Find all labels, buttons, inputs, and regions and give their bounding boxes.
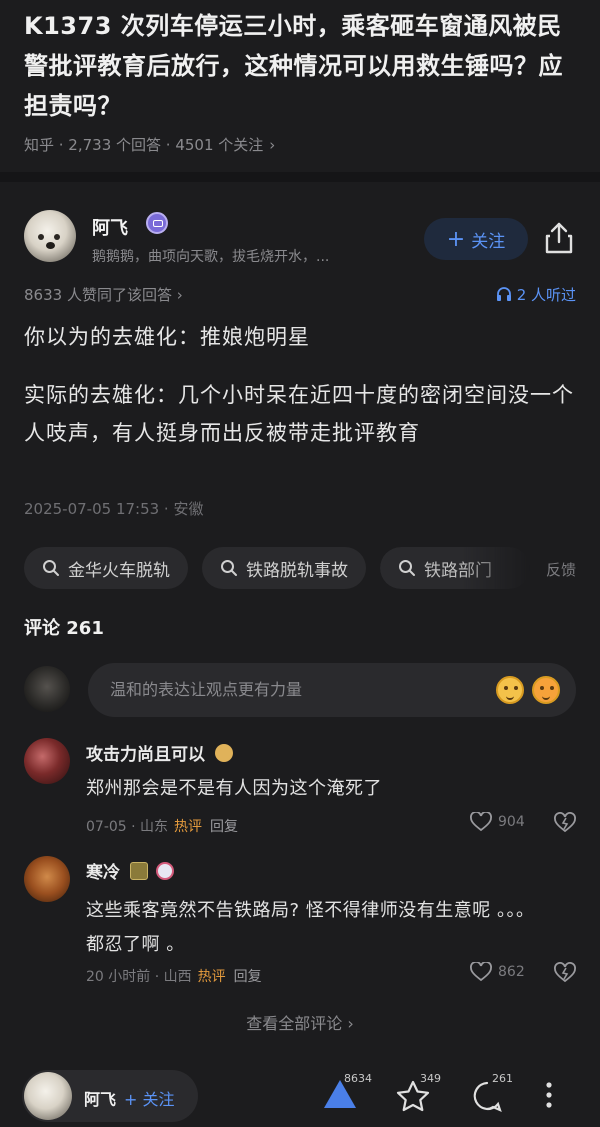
reply-button[interactable]: 回复 (234, 969, 262, 985)
search-chip-label: 金华火车脱轨 (68, 560, 170, 581)
dislike-icon[interactable] (554, 962, 576, 984)
related-search-chips: 金华火车脱轨 铁路脱轨事故 铁路部门 (24, 547, 600, 589)
search-chip[interactable]: 铁路部门 (380, 547, 530, 589)
follow-button[interactable]: + 关注 (424, 218, 528, 260)
comment-item: 攻击力尚且可以 郑州那会是不是有人因为这个淹死了 07-05 · 山东 热评 回复 … (24, 738, 576, 842)
answer-paragraph: 你以为的去雄化：推娘炮明星 (24, 325, 310, 349)
search-icon (399, 560, 415, 576)
author-bio: 鹅鹅鹅，曲项向天歌，拔毛烧开水，... (92, 249, 330, 265)
emblem-icon (155, 862, 174, 880)
comment-text: 郑州那会是不是有人因为这个淹死了 (86, 778, 382, 799)
bottom-author-name: 阿飞 (84, 1090, 117, 1109)
emoji-icon[interactable] (496, 676, 524, 704)
like-count: 862 (498, 964, 525, 980)
comment-meta: 20 小时前 · 山西 热评 回复 (86, 966, 262, 986)
like-button[interactable]: 862 (470, 962, 525, 982)
current-user-avatar (24, 666, 70, 712)
listen-count-text: 2 人听过 (516, 286, 576, 304)
level-badge-icon (129, 862, 148, 880)
dislike-icon[interactable] (554, 812, 576, 834)
question-meta[interactable]: 知乎 · 2,733 个回答 · 4501 个关注 › (24, 132, 576, 158)
like-count: 904 (498, 814, 525, 830)
comment-count: 261 (492, 1072, 513, 1085)
commenter-avatar[interactable] (24, 738, 70, 784)
search-chip[interactable]: 金华火车脱轨 (24, 547, 188, 589)
comment-time-location: 20 小时前 · 山西 (86, 969, 192, 985)
answer-date-location: 2025-07-05 17:53 · 安徽 (24, 500, 204, 518)
view-all-comments-link[interactable]: 查看全部评论 › (0, 1010, 600, 1034)
commenter-name[interactable]: 攻击力尚且可以 (86, 740, 233, 765)
heart-icon (470, 812, 492, 832)
answer-paragraph: 实际的去雄化：几个小时呆在近四十度的密闭空间没一个人吱声，有人挺身而出反被带走批… (24, 383, 574, 445)
author-name[interactable]: 阿飞 (92, 214, 128, 240)
comment-meta: 07-05 · 山东 热评 回复 (86, 816, 238, 836)
hot-comment-tag: 热评 (174, 819, 203, 835)
level-badge-icon (214, 744, 233, 762)
commenter-name[interactable]: 寒冷 (86, 858, 174, 883)
commenter-avatar[interactable] (24, 856, 70, 902)
commenter-name-text: 寒冷 (86, 863, 120, 883)
emoji-icon[interactable] (532, 676, 560, 704)
stats-row: 8633 人赞同了该回答 › 2 人听过 (24, 284, 576, 308)
search-chip-label: 铁路脱轨事故 (246, 560, 348, 581)
bottom-action-bar: 阿飞 + 关注 8634 349 261 (0, 1068, 600, 1127)
author-avatar[interactable] (24, 1072, 72, 1120)
upvote-count: 8634 (344, 1072, 372, 1085)
heart-icon (470, 962, 492, 982)
chevron-right-icon: › (269, 136, 276, 154)
search-chip-label: 铁路部门 (424, 560, 492, 581)
feedback-link[interactable]: 反馈 (539, 559, 576, 580)
comment-time-location: 07-05 · 山东 (86, 819, 169, 835)
bottom-author-card[interactable]: 阿飞 + 关注 (22, 1070, 198, 1122)
search-icon (43, 560, 59, 576)
comments-title: 评论 261 (24, 618, 104, 639)
verified-badge-icon (146, 212, 168, 234)
like-button[interactable]: 904 (470, 812, 525, 832)
search-icon (221, 560, 237, 576)
author-avatar[interactable] (24, 210, 76, 262)
commenter-name-text: 攻击力尚且可以 (86, 745, 205, 765)
comment-text: 这些乘客竟然不告铁路局? 怪不得律师没有生意呢 。。。都忍了啊 。 (86, 900, 535, 955)
bottom-follow-button[interactable]: + 关注 (124, 1086, 175, 1110)
chevron-right-icon: › (176, 286, 183, 304)
answer-body: 你以为的去雄化：推娘炮明星 实际的去雄化：几个小时呆在近四十度的密闭空间没一个人… (24, 318, 576, 472)
headphones-icon (496, 287, 511, 301)
star-count: 349 (420, 1072, 441, 1085)
listen-count[interactable]: 2 人听过 (496, 284, 576, 305)
more-icon[interactable] (544, 1080, 554, 1110)
reply-button[interactable]: 回复 (210, 819, 238, 835)
section-divider (0, 172, 600, 182)
upvote-count-text[interactable]: 8633 人赞同了该回答 (24, 286, 172, 304)
comment-item: 寒冷 这些乘客竟然不告铁路局? 怪不得律师没有生意呢 。。。都忍了啊 。 20 … (24, 856, 576, 996)
share-icon[interactable] (542, 220, 576, 256)
question-header: K1373 次列车停运三小时，乘客砸车窗通风被民警批评教育后放行，这种情况可以用… (0, 0, 600, 158)
search-chip[interactable]: 铁路脱轨事故 (202, 547, 366, 589)
follow-label: 关注 (471, 231, 506, 252)
hot-comment-tag: 热评 (197, 969, 226, 985)
question-title[interactable]: K1373 次列车停运三小时，乘客砸车窗通风被民警批评教育后放行，这种情况可以用… (24, 6, 576, 126)
question-meta-text: 知乎 · 2,733 个回答 · 4501 个关注 (24, 136, 264, 154)
plus-icon: + (446, 226, 466, 252)
